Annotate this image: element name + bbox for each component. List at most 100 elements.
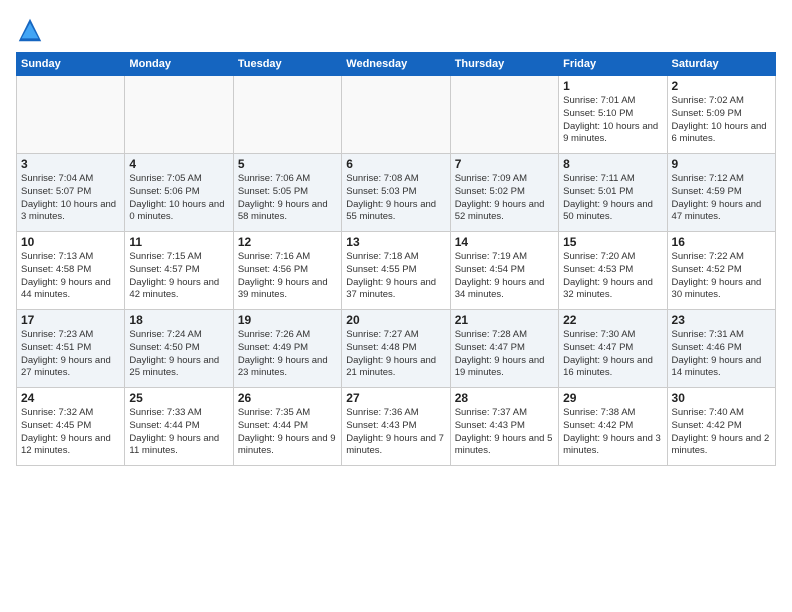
calendar-cell: 2Sunrise: 7:02 AMSunset: 5:09 PMDaylight…	[667, 76, 775, 154]
day-number: 7	[455, 157, 554, 171]
calendar-cell: 8Sunrise: 7:11 AMSunset: 5:01 PMDaylight…	[559, 154, 667, 232]
calendar-cell: 17 Sunrise: 7:23 AMSunset: 4:51 PMDayligh…	[17, 310, 125, 388]
calendar-week-1: 3 Sunrise: 7:04 AMSunset: 5:07 PMDaylight…	[17, 154, 776, 232]
day-info: Sunrise: 7:32 AMSunset: 4:45 PMDaylight:…	[21, 407, 120, 458]
calendar-cell: 22 Sunrise: 7:30 AMSunset: 4:47 PMDayligh…	[559, 310, 667, 388]
day-number: 14	[455, 235, 554, 249]
calendar-cell: 7 Sunrise: 7:09 AMSunset: 5:02 PMDaylight…	[450, 154, 558, 232]
day-info: Sunrise: 7:31 AMSunset: 4:46 PMDaylight:…	[672, 329, 771, 380]
calendar-cell: 23 Sunrise: 7:31 AMSunset: 4:46 PMDayligh…	[667, 310, 775, 388]
day-number: 23	[672, 313, 771, 327]
calendar-cell: 24Sunrise: 7:32 AMSunset: 4:45 PMDayligh…	[17, 388, 125, 466]
day-info: Sunrise: 7:15 AMSunset: 4:57 PMDaylight:…	[129, 251, 228, 302]
day-info: Sunrise: 7:40 AMSunset: 4:42 PMDaylight:…	[672, 407, 771, 458]
day-number: 3	[21, 157, 120, 171]
calendar-cell: 18 Sunrise: 7:24 AMSunset: 4:50 PMDayligh…	[125, 310, 233, 388]
day-number: 8	[563, 157, 662, 171]
calendar-cell: 30 Sunrise: 7:40 AMSunset: 4:42 PMDayligh…	[667, 388, 775, 466]
day-number: 29	[563, 391, 662, 405]
calendar-body: 1Sunrise: 7:01 AMSunset: 5:10 PMDaylight…	[17, 76, 776, 466]
day-number: 5	[238, 157, 337, 171]
calendar-cell: 26Sunrise: 7:35 AMSunset: 4:44 PMDayligh…	[233, 388, 341, 466]
day-info: Sunrise: 7:06 AMSunset: 5:05 PMDaylight:…	[238, 173, 337, 224]
calendar-cell: 29 Sunrise: 7:38 AMSunset: 4:42 PMDayligh…	[559, 388, 667, 466]
calendar-cell: 1Sunrise: 7:01 AMSunset: 5:10 PMDaylight…	[559, 76, 667, 154]
day-number: 17	[21, 313, 120, 327]
day-info: Sunrise: 7:37 AMSunset: 4:43 PMDaylight:…	[455, 407, 554, 458]
day-info: Sunrise: 7:20 AMSunset: 4:53 PMDaylight:…	[563, 251, 662, 302]
header	[16, 12, 776, 44]
day-header-friday: Friday	[559, 53, 667, 76]
day-info: Sunrise: 7:05 AMSunset: 5:06 PMDaylight:…	[129, 173, 228, 224]
day-number: 25	[129, 391, 228, 405]
day-info: Sunrise: 7:12 AMSunset: 4:59 PMDaylight:…	[672, 173, 771, 224]
day-number: 28	[455, 391, 554, 405]
day-header-wednesday: Wednesday	[342, 53, 450, 76]
calendar-cell: 20 Sunrise: 7:27 AMSunset: 4:48 PMDayligh…	[342, 310, 450, 388]
day-info: Sunrise: 7:23 AMSunset: 4:51 PMDaylight:…	[21, 329, 120, 380]
day-header-tuesday: Tuesday	[233, 53, 341, 76]
day-info: Sunrise: 7:28 AMSunset: 4:47 PMDaylight:…	[455, 329, 554, 380]
day-info: Sunrise: 7:16 AMSunset: 4:56 PMDaylight:…	[238, 251, 337, 302]
calendar-header-row: SundayMondayTuesdayWednesdayThursdayFrid…	[17, 53, 776, 76]
calendar-cell: 6 Sunrise: 7:08 AMSunset: 5:03 PMDaylight…	[342, 154, 450, 232]
calendar-week-0: 1Sunrise: 7:01 AMSunset: 5:10 PMDaylight…	[17, 76, 776, 154]
day-info: Sunrise: 7:04 AMSunset: 5:07 PMDaylight:…	[21, 173, 120, 224]
day-number: 22	[563, 313, 662, 327]
calendar-cell: 25 Sunrise: 7:33 AMSunset: 4:44 PMDayligh…	[125, 388, 233, 466]
day-number: 16	[672, 235, 771, 249]
day-info: Sunrise: 7:30 AMSunset: 4:47 PMDaylight:…	[563, 329, 662, 380]
calendar-cell	[233, 76, 341, 154]
logo	[16, 16, 46, 44]
day-header-saturday: Saturday	[667, 53, 775, 76]
day-number: 19	[238, 313, 337, 327]
day-number: 11	[129, 235, 228, 249]
calendar-cell: 14Sunrise: 7:19 AMSunset: 4:54 PMDayligh…	[450, 232, 558, 310]
calendar-cell: 19Sunrise: 7:26 AMSunset: 4:49 PMDayligh…	[233, 310, 341, 388]
day-info: Sunrise: 7:36 AMSunset: 4:43 PMDaylight:…	[346, 407, 445, 458]
calendar-cell: 3 Sunrise: 7:04 AMSunset: 5:07 PMDaylight…	[17, 154, 125, 232]
day-info: Sunrise: 7:35 AMSunset: 4:44 PMDaylight:…	[238, 407, 337, 458]
day-info: Sunrise: 7:08 AMSunset: 5:03 PMDaylight:…	[346, 173, 445, 224]
calendar-header: SundayMondayTuesdayWednesdayThursdayFrid…	[17, 53, 776, 76]
day-info: Sunrise: 7:13 AMSunset: 4:58 PMDaylight:…	[21, 251, 120, 302]
day-header-sunday: Sunday	[17, 53, 125, 76]
page: SundayMondayTuesdayWednesdayThursdayFrid…	[0, 0, 792, 478]
calendar-week-4: 24Sunrise: 7:32 AMSunset: 4:45 PMDayligh…	[17, 388, 776, 466]
calendar-cell: 5 Sunrise: 7:06 AMSunset: 5:05 PMDaylight…	[233, 154, 341, 232]
calendar-cell: 15 Sunrise: 7:20 AMSunset: 4:53 PMDayligh…	[559, 232, 667, 310]
day-number: 12	[238, 235, 337, 249]
day-number: 30	[672, 391, 771, 405]
day-info: Sunrise: 7:24 AMSunset: 4:50 PMDaylight:…	[129, 329, 228, 380]
day-number: 6	[346, 157, 445, 171]
day-info: Sunrise: 7:38 AMSunset: 4:42 PMDaylight:…	[563, 407, 662, 458]
day-number: 20	[346, 313, 445, 327]
day-info: Sunrise: 7:27 AMSunset: 4:48 PMDaylight:…	[346, 329, 445, 380]
day-info: Sunrise: 7:33 AMSunset: 4:44 PMDaylight:…	[129, 407, 228, 458]
calendar-cell	[342, 76, 450, 154]
day-number: 18	[129, 313, 228, 327]
day-number: 15	[563, 235, 662, 249]
day-number: 2	[672, 79, 771, 93]
day-header-thursday: Thursday	[450, 53, 558, 76]
day-number: 10	[21, 235, 120, 249]
day-info: Sunrise: 7:01 AMSunset: 5:10 PMDaylight:…	[563, 95, 662, 146]
calendar-cell	[125, 76, 233, 154]
day-number: 21	[455, 313, 554, 327]
calendar-cell: 12 Sunrise: 7:16 AMSunset: 4:56 PMDayligh…	[233, 232, 341, 310]
calendar-cell: 11 Sunrise: 7:15 AMSunset: 4:57 PMDayligh…	[125, 232, 233, 310]
calendar-week-3: 17 Sunrise: 7:23 AMSunset: 4:51 PMDayligh…	[17, 310, 776, 388]
logo-icon	[16, 16, 44, 44]
calendar-cell	[17, 76, 125, 154]
calendar-cell: 21 Sunrise: 7:28 AMSunset: 4:47 PMDayligh…	[450, 310, 558, 388]
day-info: Sunrise: 7:18 AMSunset: 4:55 PMDaylight:…	[346, 251, 445, 302]
calendar-table: SundayMondayTuesdayWednesdayThursdayFrid…	[16, 52, 776, 466]
calendar-cell: 4Sunrise: 7:05 AMSunset: 5:06 PMDaylight…	[125, 154, 233, 232]
calendar-cell: 28 Sunrise: 7:37 AMSunset: 4:43 PMDayligh…	[450, 388, 558, 466]
calendar-cell: 9Sunrise: 7:12 AMSunset: 4:59 PMDaylight…	[667, 154, 775, 232]
calendar-cell: 10 Sunrise: 7:13 AMSunset: 4:58 PMDayligh…	[17, 232, 125, 310]
calendar-week-2: 10 Sunrise: 7:13 AMSunset: 4:58 PMDayligh…	[17, 232, 776, 310]
day-number: 27	[346, 391, 445, 405]
day-number: 13	[346, 235, 445, 249]
day-info: Sunrise: 7:09 AMSunset: 5:02 PMDaylight:…	[455, 173, 554, 224]
